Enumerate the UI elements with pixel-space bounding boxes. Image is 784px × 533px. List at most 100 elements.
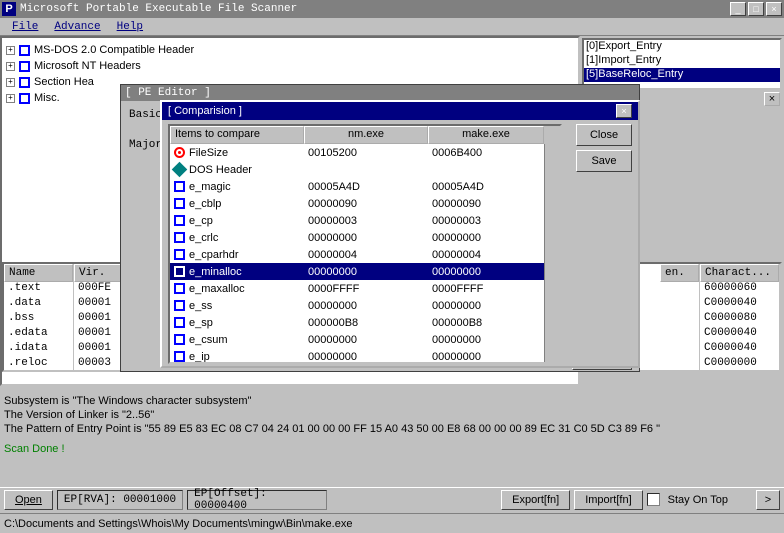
table-row[interactable]: e_cblp 0000009000000090 [170, 195, 560, 212]
expand-icon[interactable]: + [6, 78, 15, 87]
menu-file[interactable]: File [4, 21, 46, 33]
status-bar: C:\Documents and Settings\Whois\My Docum… [0, 513, 784, 533]
table-row[interactable]: e_crlc0000000000000000 [170, 229, 560, 246]
expand-icon[interactable]: + [6, 46, 15, 55]
row-value-1: 00005A4D [304, 181, 428, 193]
table-row[interactable]: e_cparhdr0000000400000004 [170, 246, 560, 263]
cell: 00001 [74, 327, 123, 342]
cell[interactable]: .text [4, 282, 73, 297]
table-row[interactable]: e_ss0000000000000000 [170, 297, 560, 314]
row-value-2: 00000000 [428, 266, 552, 278]
comparison-title: [ Comparision ] [168, 105, 616, 117]
expand-icon[interactable]: + [6, 62, 15, 71]
cell: 00001 [74, 297, 123, 312]
row-value-1: 00000003 [304, 215, 428, 227]
list-item-selected[interactable]: [5]BaseReloc_Entry [584, 68, 780, 82]
cbox-icon [174, 300, 185, 311]
row-value-1: 00000004 [304, 249, 428, 261]
bottom-toolbar: Open EP[RVA]: 00001000 EP[Offset]: 00000… [0, 487, 784, 511]
row-value-1: 00105200 [304, 147, 428, 159]
cell[interactable]: .reloc [4, 357, 73, 372]
tree-item[interactable]: +MS-DOS 2.0 Compatible Header [6, 42, 574, 58]
pe-editor-title[interactable]: [ PE Editor ] [121, 85, 639, 101]
cell: C0000040 [700, 297, 779, 312]
menubar: File Advance Help [0, 18, 784, 36]
table-row[interactable]: e_ip0000000000000000 [170, 348, 560, 364]
list-item[interactable]: [0]Export_Entry [584, 40, 780, 54]
export-button[interactable]: Export[fn] [501, 490, 570, 510]
row-label: e_crlc [189, 232, 218, 244]
row-value-2: 000000B8 [428, 317, 552, 329]
import-button[interactable]: Import[fn] [574, 490, 642, 510]
close-button[interactable]: Close [576, 124, 632, 146]
table-row[interactable]: e_cp 0000000300000003 [170, 212, 560, 229]
entries-close-button[interactable]: × [764, 92, 780, 106]
next-button[interactable]: > [756, 490, 780, 510]
minimize-button[interactable]: _ [730, 2, 746, 16]
table-row[interactable]: e_maxalloc0000FFFF0000FFFF [170, 280, 560, 297]
cell[interactable]: .edata [4, 327, 73, 342]
table-row[interactable]: e_sp000000B8000000B8 [170, 314, 560, 331]
col-make[interactable]: make.exe [428, 126, 544, 144]
cell[interactable]: .data [4, 297, 73, 312]
comparison-titlebar[interactable]: [ Comparision ] × [162, 102, 638, 120]
row-label: e_cblp [189, 198, 221, 210]
open-button[interactable]: Open [4, 490, 53, 510]
row-value-2: 00000090 [428, 198, 552, 210]
menu-help[interactable]: Help [109, 21, 151, 33]
comparison-close-button[interactable]: × [616, 104, 632, 118]
row-value-1: 00000000 [304, 232, 428, 244]
maximize-button[interactable]: □ [748, 2, 764, 16]
col-header-vir[interactable]: Vir. [74, 264, 123, 282]
cell: C0000000 [700, 357, 779, 372]
col-items[interactable]: Items to compare [170, 126, 304, 144]
cbox-icon [174, 266, 185, 277]
comparison-table[interactable]: Items to compare nm.exe make.exe FileSiz… [168, 124, 562, 364]
cell: 60000060 [700, 282, 779, 297]
ep-offset-field: EP[Offset]: 00000400 [187, 490, 327, 510]
col-header-en[interactable]: en. [660, 264, 699, 282]
expand-icon[interactable]: + [6, 94, 15, 103]
save-button[interactable]: Save [576, 150, 632, 172]
scrollbar[interactable] [544, 144, 560, 362]
entries-list[interactable]: [0]Export_Entry [1]Import_Entry [5]BaseR… [582, 38, 782, 90]
table-row[interactable]: e_minalloc0000000000000000 [170, 263, 560, 280]
list-item[interactable]: [1]Import_Entry [584, 54, 780, 68]
table-row[interactable]: DOS Header [170, 161, 560, 178]
diam-icon [172, 162, 188, 178]
node-icon [19, 77, 30, 88]
cell[interactable]: .idata [4, 342, 73, 357]
node-icon [19, 45, 30, 56]
row-value-2: 00000003 [428, 215, 552, 227]
info-subsystem: Subsystem is "The Windows character subs… [4, 394, 660, 408]
col-header-name[interactable]: Name [4, 264, 73, 282]
row-value-1: 00000000 [304, 334, 428, 346]
row-label: e_cparhdr [189, 249, 239, 261]
row-value-1: 00000000 [304, 266, 428, 278]
tree-item[interactable]: +Microsoft NT Headers [6, 58, 574, 74]
row-value-2: 00000000 [428, 351, 552, 363]
window-title: Microsoft Portable Executable File Scann… [20, 3, 730, 15]
close-button[interactable]: × [766, 2, 782, 16]
row-label: e_cp [189, 215, 213, 227]
table-row[interactable]: e_csum0000000000000000 [170, 331, 560, 348]
row-value-1: 000000B8 [304, 317, 428, 329]
cell[interactable]: .bss [4, 312, 73, 327]
row-value-2: 00005A4D [428, 181, 552, 193]
cbox-icon [174, 351, 185, 362]
app-icon: P [2, 2, 16, 16]
comparison-window[interactable]: [ Comparision ] × Items to compare nm.ex… [160, 100, 640, 368]
status-path: C:\Documents and Settings\Whois\My Docum… [4, 518, 352, 530]
row-value-1: 00000000 [304, 351, 428, 363]
menu-advance[interactable]: Advance [46, 21, 108, 33]
row-label: e_magic [189, 181, 231, 193]
row-value-1: 00000090 [304, 198, 428, 210]
col-header-charact[interactable]: Charact... [700, 264, 779, 282]
table-row[interactable]: e_magic 00005A4D00005A4D [170, 178, 560, 195]
cell: 00001 [74, 312, 123, 327]
stay-on-top-checkbox[interactable] [647, 493, 660, 506]
col-nm[interactable]: nm.exe [304, 126, 428, 144]
row-label: e_csum [189, 334, 228, 346]
row-value-2: 0006B400 [428, 147, 552, 159]
table-row[interactable]: FileSize001052000006B400 [170, 144, 560, 161]
